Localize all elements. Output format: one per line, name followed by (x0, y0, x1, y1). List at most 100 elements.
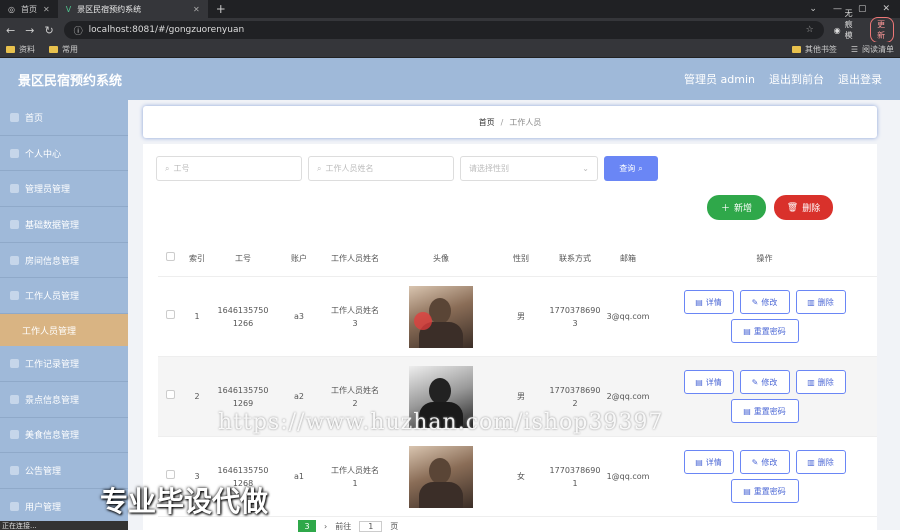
delete-label: 删除 (817, 377, 834, 387)
reset-password-button[interactable]: ▤ 重置密码 (730, 399, 799, 423)
tab-home[interactable]: ◎ 首页 ✕ (0, 0, 58, 18)
sidebar-item-label: 景点信息管理 (25, 395, 80, 406)
reading-list[interactable]: ☰ 阅读清单 (851, 44, 894, 55)
reload-icon[interactable]: ↻ (44, 24, 53, 37)
staff-id-input[interactable]: ⌕ 工号 (156, 156, 302, 181)
row-name: 工作人员姓名3 (331, 305, 379, 328)
tab-system-label: 景区民宿预约系统 (77, 4, 142, 14)
close-icon[interactable]: ✕ (193, 5, 200, 14)
detail-button[interactable]: ▤ 详情 (683, 450, 734, 474)
query-button[interactable]: 查询 ⌕ (604, 156, 658, 181)
sidebar-item-label: 个人中心 (25, 149, 62, 160)
staff-table: 索引 工号 账户 工作人员姓名 头像 性别 联系方式 邮箱 操作 1 16461… (158, 241, 877, 517)
sidebar-subitem-staff-manage[interactable]: 工作人员管理 (0, 314, 128, 347)
close-icon[interactable]: ✕ (43, 5, 50, 14)
doc-icon: ▤ (695, 297, 703, 307)
bookmark-label: 其他书签 (804, 45, 837, 54)
menu-icon (10, 358, 19, 368)
sidebar-item-home[interactable]: 首页 (0, 100, 128, 136)
row-checkbox-cell (158, 390, 182, 403)
new-tab-button[interactable]: + (208, 2, 234, 16)
next-page-icon[interactable]: › (324, 522, 327, 531)
row-delete-button[interactable]: ▥ 删除 (795, 450, 846, 474)
sidebar-item-attractions[interactable]: 景点信息管理 (0, 382, 128, 418)
row-avatar-cell (386, 285, 496, 348)
tab-system[interactable]: V 景区民宿预约系统 ✕ (57, 0, 208, 18)
update-button[interactable]: 更新 (870, 17, 894, 43)
batch-delete-button[interactable]: 🗑 删除 (774, 195, 833, 220)
sidebar-item-food[interactable]: 美食信息管理 (0, 418, 128, 454)
bookmark-label: 阅读清单 (862, 45, 894, 54)
exit-to-front-link[interactable]: 退出到前台 (769, 71, 824, 87)
menu-icon (10, 430, 19, 440)
table-header: 索引 工号 账户 工作人员姓名 头像 性别 联系方式 邮箱 操作 (158, 241, 877, 277)
row-checkbox[interactable] (165, 470, 175, 479)
row-phone: 17703786901 (549, 465, 601, 488)
back-icon[interactable]: ← (6, 24, 15, 37)
row-phone: 17703786903 (549, 305, 601, 328)
row-sex: 男 (517, 312, 525, 321)
bookmark-label: 常用 (62, 45, 78, 54)
chevron-down-icon: ⌄ (582, 164, 589, 173)
pagination: 3 › 前往 1 页 (298, 520, 398, 532)
reset-password-button[interactable]: ▤ 重置密码 (730, 319, 799, 343)
status-bar: 正在连接... (0, 521, 128, 530)
header-account: 账户 (291, 254, 307, 263)
header-phone: 联系方式 (559, 254, 591, 263)
info-icon: ⓘ (73, 26, 83, 37)
sidebar-item-rooms[interactable]: 房间信息管理 (0, 243, 128, 279)
select-all-checkbox[interactable] (165, 252, 175, 261)
promo-text: 专业毕设代做 (100, 485, 269, 518)
detail-button[interactable]: ▤ 详情 (683, 290, 734, 314)
menu-icon (10, 501, 19, 511)
sidebar-item-basic-data[interactable]: 基础数据管理 (0, 207, 128, 243)
bookmark-folder[interactable]: 常用 (49, 44, 78, 55)
page-current[interactable]: 3 (298, 520, 316, 532)
trash-icon: 🗑 (786, 202, 799, 213)
sidebar: 首页 个人中心 管理员管理 基础数据管理 房间信息管理 工作人员管理 工作人员管… (0, 100, 128, 530)
sidebar-item-label: 房间信息管理 (25, 256, 80, 267)
bookmark-folder[interactable]: 其他书签 (791, 44, 837, 55)
sidebar-item-label: 管理员管理 (25, 185, 71, 196)
logout-link[interactable]: 退出登录 (838, 71, 882, 87)
bookmark-label: 资料 (19, 45, 35, 54)
row-staff-id: 16461357501269 (217, 385, 269, 408)
row-delete-button[interactable]: ▥ 删除 (795, 290, 846, 314)
row-email: 1@qq.com (606, 472, 650, 481)
sex-select[interactable]: 请选择性别 ⌄ (460, 156, 598, 181)
add-button[interactable]: ＋ 新增 (707, 195, 766, 220)
edit-button[interactable]: ✎ 修改 (739, 450, 790, 474)
globe-icon: ◎ (8, 4, 15, 14)
row-staff-id: 16461357501266 (217, 305, 269, 328)
user-icon (10, 148, 19, 158)
sidebar-item-work-records[interactable]: 工作记录管理 (0, 346, 128, 382)
row-checkbox[interactable] (165, 390, 175, 399)
row-account: a1 (294, 472, 304, 481)
row-index: 2 (194, 392, 200, 401)
url-field[interactable]: ⓘ localhost:8081/#/gongzuorenyuan ☆ (63, 21, 824, 39)
sidebar-item-profile[interactable]: 个人中心 (0, 136, 128, 172)
menu-icon (10, 255, 19, 265)
row-delete-button[interactable]: ▥ 删除 (795, 370, 846, 394)
star-icon[interactable]: ☆ (806, 25, 814, 35)
sidebar-item-admins[interactable]: 管理员管理 (0, 171, 128, 208)
admin-label: 管理员 admin (684, 73, 755, 86)
staff-name-input[interactable]: ⌕ 工作人员姓名 (308, 156, 454, 181)
chevron-down-icon[interactable]: ⌄ (809, 4, 817, 14)
reset-password-button[interactable]: ▤ 重置密码 (730, 479, 799, 503)
bookmark-folder[interactable]: 资料 (6, 44, 35, 55)
edit-button[interactable]: ✎ 修改 (739, 370, 790, 394)
detail-label: 详情 (705, 377, 722, 387)
detail-label: 详情 (705, 457, 722, 467)
close-window-button[interactable]: ✕ (882, 4, 890, 14)
doc-icon: ▤ (695, 457, 703, 467)
sidebar-item-staff[interactable]: 工作人员管理 (0, 278, 128, 315)
detail-button[interactable]: ▤ 详情 (683, 370, 734, 394)
forward-icon[interactable]: → (25, 24, 34, 37)
sidebar-item-label: 首页 (25, 113, 44, 124)
search-icon: ⌕ (165, 163, 170, 173)
row-checkbox[interactable] (165, 310, 175, 319)
home-icon (10, 112, 19, 122)
edit-button[interactable]: ✎ 修改 (739, 290, 790, 314)
breadcrumb-home[interactable]: 首页 (479, 117, 495, 128)
